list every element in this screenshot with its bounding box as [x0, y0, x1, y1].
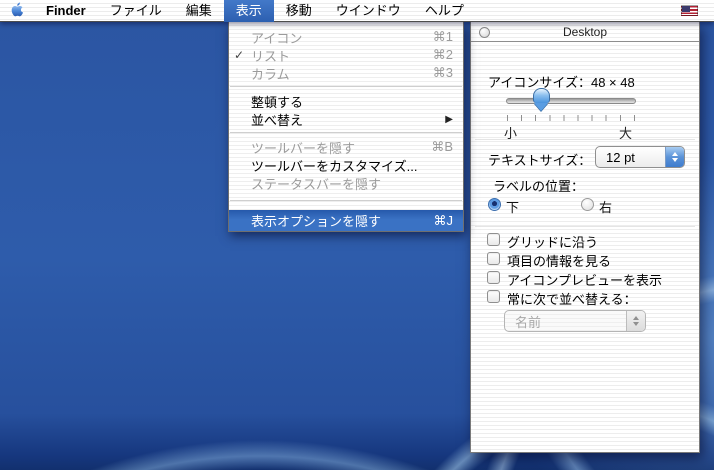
sort-by-popup: 名前 [504, 310, 646, 332]
desktop: { "colors": { "menu_highlight": "#3a72c4… [0, 0, 714, 470]
menu-bar: Finder ファイル 編集 表示 移動 ウインドウ ヘルプ [0, 0, 714, 22]
palette-body: アイコンサイズ：48 × 48 小 大 テキストサイズ： 12 pt ラベルの位… [471, 42, 699, 452]
text-size-label: テキストサイズ： [488, 150, 591, 169]
section-separator [475, 139, 695, 140]
menubar-item-finder[interactable]: Finder [34, 0, 98, 22]
menu-separator [230, 200, 462, 201]
flag-canton [682, 6, 690, 12]
palette-title-bar[interactable]: Desktop [471, 22, 699, 42]
checkbox-row: 項目の情報を見る [471, 251, 699, 267]
icon-size-slider-thumb[interactable] [533, 88, 550, 111]
checkbox-show-item-info[interactable] [487, 252, 500, 265]
radio-label-right[interactable] [581, 198, 594, 211]
menubar-item-view[interactable]: 表示 [224, 0, 274, 22]
section-separator [475, 226, 695, 227]
stepper-arrows-icon [626, 311, 645, 331]
menu-item-list-view: ✓ リスト ⌘2 [229, 46, 463, 64]
label-position-radio-group: 下 右 [471, 197, 699, 213]
menubar-item-help[interactable]: ヘルプ [413, 0, 476, 22]
menubar-item-go[interactable]: 移動 [274, 0, 324, 22]
view-options-window: Desktop アイコンサイズ：48 × 48 小 大 テキストサイズ： 12 … [470, 22, 700, 453]
icon-size-value: 48 × 48 [591, 75, 635, 90]
menu-separator [230, 132, 462, 133]
stepper-arrows-icon [665, 147, 684, 167]
view-menu-dropdown: アイコン ⌘1 ✓ リスト ⌘2 カラム ⌘3 整頓する 並べ替え ▶ ツールバ… [228, 22, 464, 232]
text-size-value: 12 pt [596, 150, 665, 165]
menu-item-hide-toolbar: ツールバーを隠す ⌘B [229, 138, 463, 156]
window-title: Desktop [471, 25, 699, 39]
menubar-item-file[interactable]: ファイル [98, 0, 174, 22]
slider-tick-marks [507, 115, 635, 121]
text-size-popup[interactable]: 12 pt [595, 146, 685, 168]
slider-thumb-cap [533, 88, 550, 103]
menu-item-hide-status-bar: ステータスバーを隠す [229, 174, 463, 192]
checkbox-row: グリッドに沿う [471, 232, 699, 248]
radio-label-bottom[interactable] [488, 198, 501, 211]
menu-item-icon-view: アイコン ⌘1 [229, 28, 463, 46]
checkbox-show-icon-preview[interactable] [487, 271, 500, 284]
us-flag-icon[interactable] [681, 5, 698, 16]
checkbox-row: 常に次で並べ替える： [471, 289, 699, 305]
icon-size-label: アイコンサイズ：48 × 48 [488, 72, 635, 91]
menu-separator [230, 86, 462, 87]
menu-item-customize-toolbar[interactable]: ツールバーをカスタマイズ... [229, 156, 463, 174]
sort-by-value: 名前 [505, 312, 626, 331]
slider-thumb-tip [534, 103, 548, 111]
menu-item-hide-view-options[interactable]: 表示オプションを隠す ⌘J [229, 210, 463, 231]
checkbox-snap-to-grid[interactable] [487, 233, 500, 246]
radio-label-right-text: 右 [599, 197, 612, 216]
menu-item-arrange-by[interactable]: 並べ替え ▶ [229, 110, 463, 128]
close-button[interactable] [479, 27, 490, 38]
menu-item-column-view: カラム ⌘3 [229, 64, 463, 82]
submenu-arrow-icon: ▶ [445, 114, 453, 125]
menubar-item-edit[interactable]: 編集 [174, 0, 224, 22]
checkbox-keep-arranged-by[interactable] [487, 290, 500, 303]
menu-item-clean-up[interactable]: 整頓する [229, 92, 463, 110]
icon-size-slider-track[interactable] [506, 98, 636, 104]
checkbox-row: アイコンプレビューを表示 [471, 270, 699, 286]
menubar-item-window[interactable]: ウインドウ [324, 0, 413, 22]
checkmark-icon: ✓ [234, 48, 251, 62]
radio-label-bottom-text: 下 [506, 197, 519, 216]
apple-menu[interactable] [0, 0, 34, 22]
apple-logo-icon [10, 1, 25, 21]
label-position-label: ラベルの位置： [493, 176, 584, 195]
